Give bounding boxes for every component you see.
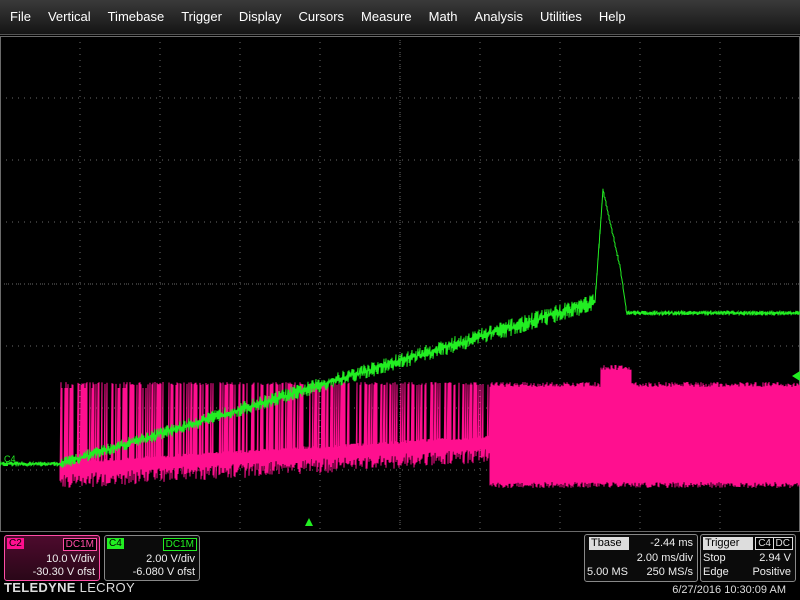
c4-coupling: DC1M — [162, 538, 197, 551]
timebase-tdiv: 2.00 ms/div — [636, 552, 693, 564]
menu-timebase[interactable]: Timebase — [99, 0, 173, 34]
c2-descriptor[interactable]: C2 DC1M 10.0 V/div -30.30 V ofst — [4, 535, 100, 581]
menu-cursors[interactable]: Cursors — [290, 0, 353, 34]
brand-logo: TELEDYNE LECROY — [4, 580, 135, 595]
menu-file[interactable]: File — [0, 0, 39, 34]
c4-ground-marker[interactable]: C4 — [4, 454, 16, 464]
trigger-level: 2.94 V — [759, 552, 791, 564]
c2-label: C2 — [7, 538, 24, 549]
menu-measure[interactable]: Measure — [353, 0, 421, 34]
brand-bold: TELEDYNE — [4, 580, 76, 595]
timebase-descriptor[interactable]: Tbase -2.44 ms 2.00 ms/div 5.00 MS 250 M… — [584, 534, 698, 582]
menu-utilities[interactable]: Utilities — [531, 0, 590, 34]
timebase-delay: -2.44 ms — [650, 537, 693, 549]
acquisition-datetime: 6/27/2016 10:30:09 AM — [672, 584, 786, 596]
menu-trigger[interactable]: Trigger — [173, 0, 231, 34]
c4-offset: -6.080 V ofst — [132, 566, 195, 578]
c2-offset: -30.30 V ofst — [32, 566, 95, 578]
menu-display[interactable]: Display — [230, 0, 290, 34]
trigger-descriptor[interactable]: Trigger C4 DC Stop 2.94 V Edge Positive — [700, 534, 796, 582]
menu-math[interactable]: Math — [420, 0, 466, 34]
c2-coupling: DC1M — [62, 538, 97, 551]
c4-vdiv: 2.00 V/div — [146, 553, 195, 565]
waveform-display[interactable]: C4 — [0, 36, 800, 532]
c2-vdiv: 10.0 V/div — [46, 553, 95, 565]
c4-label: C4 — [107, 538, 124, 549]
c4-ground-marker-line — [4, 463, 8, 466]
menu-vertical[interactable]: Vertical — [39, 0, 99, 34]
trigger-label: Trigger — [703, 537, 753, 550]
menu-bar: File Vertical Timebase Trigger Display C… — [0, 0, 800, 35]
c4-descriptor[interactable]: C4 DC1M 2.00 V/div -6.080 V ofst — [104, 535, 200, 581]
trigger-coupling: DC — [772, 537, 793, 550]
brand-rest: LECROY — [75, 580, 135, 595]
menu-help[interactable]: Help — [590, 0, 634, 34]
trigger-source: C4 — [755, 537, 774, 550]
trigger-slope: Positive — [752, 566, 791, 578]
timebase-rate: 250 MS/s — [646, 566, 693, 578]
menu-analysis[interactable]: Analysis — [466, 0, 531, 34]
